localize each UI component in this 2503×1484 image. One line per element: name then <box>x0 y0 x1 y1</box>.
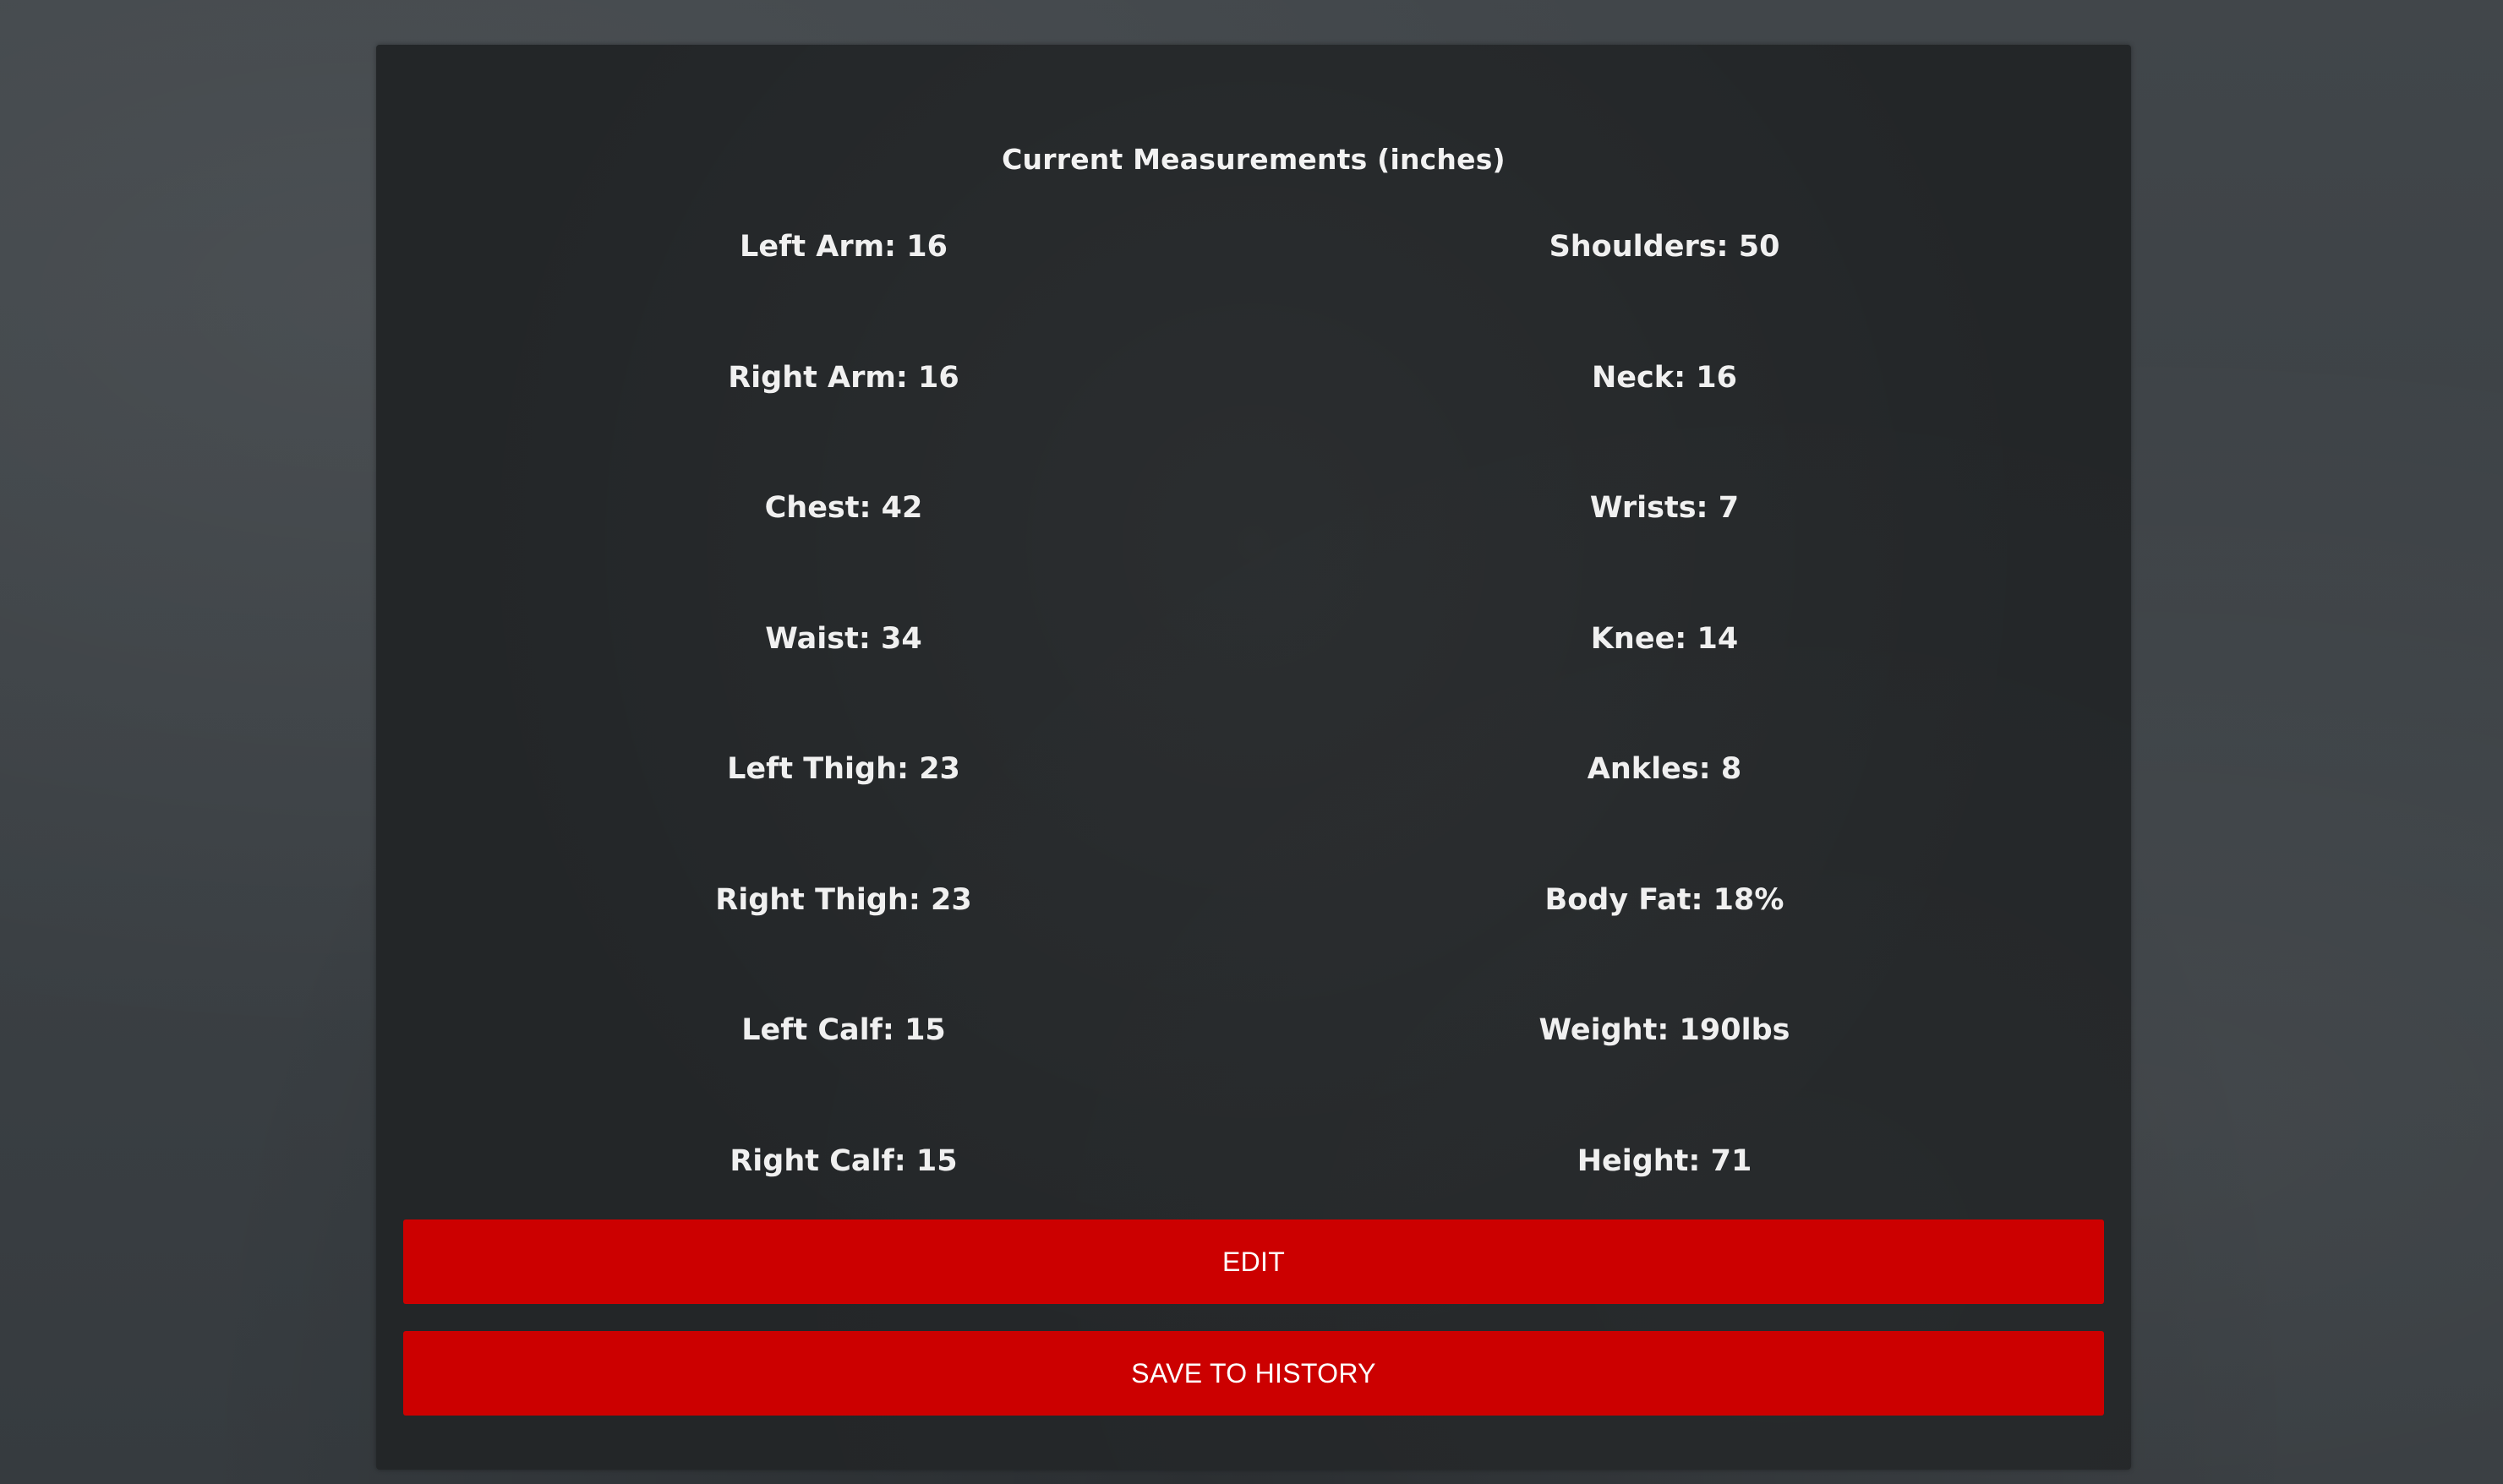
measurement-height: Height: 71 <box>1577 1144 1752 1178</box>
measurement-weight: Weight: 190lbs <box>1538 1013 1790 1047</box>
measurement-chest: Chest: 42 <box>764 491 923 525</box>
measurement-wrists: Wrists: 7 <box>1589 491 1740 525</box>
measurement-waist: Waist: 34 <box>765 622 922 656</box>
measurement-left-arm: Left Arm: 16 <box>740 230 948 264</box>
measurement-row: Right Calf: 15 Height: 71 <box>376 1136 2131 1187</box>
measurement-right-calf: Right Calf: 15 <box>730 1144 958 1178</box>
measurement-row: Chest: 42 Wrists: 7 <box>376 483 2131 533</box>
measurement-row: Right Thigh: 23 Body Fat: 18% <box>376 875 2131 925</box>
measurement-knee: Knee: 14 <box>1590 622 1739 656</box>
measurement-right-arm: Right Arm: 16 <box>728 361 959 395</box>
measurement-row: Left Arm: 16 Shoulders: 50 <box>376 221 2131 272</box>
measurements-panel: Current Measurements (inches) Left Arm: … <box>376 45 2131 1470</box>
measurement-ankles: Ankles: 8 <box>1587 752 1742 786</box>
measurement-row: Left Thigh: 23 Ankles: 8 <box>376 744 2131 794</box>
measurement-left-calf: Left Calf: 15 <box>741 1013 946 1047</box>
edit-button[interactable]: EDIT <box>403 1219 2104 1304</box>
measurement-right-thigh: Right Thigh: 23 <box>715 883 972 917</box>
measurement-row: Left Calf: 15 Weight: 190lbs <box>376 1005 2131 1056</box>
save-to-history-button[interactable]: SAVE TO HISTORY <box>403 1331 2104 1416</box>
measurement-neck: Neck: 16 <box>1592 361 1737 395</box>
measurement-row: Waist: 34 Knee: 14 <box>376 614 2131 664</box>
measurement-row: Right Arm: 16 Neck: 16 <box>376 352 2131 403</box>
measurement-shoulders: Shoulders: 50 <box>1549 230 1780 264</box>
measurement-body-fat: Body Fat: 18% <box>1544 883 1784 917</box>
measurement-left-thigh: Left Thigh: 23 <box>727 752 960 786</box>
panel-title: Current Measurements (inches) <box>1002 143 1506 176</box>
